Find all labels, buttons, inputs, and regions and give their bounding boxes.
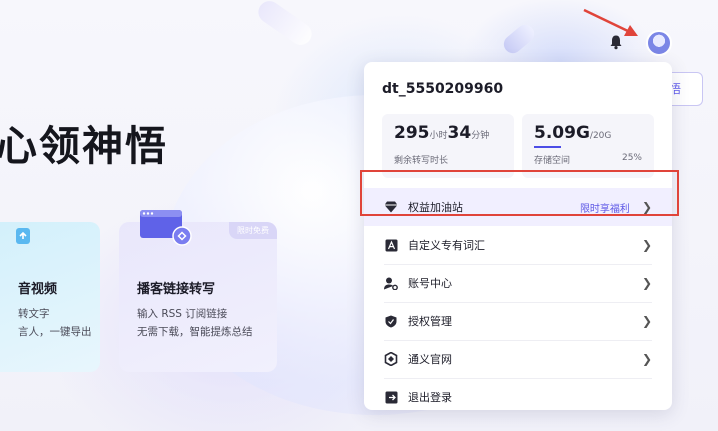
chevron-right-icon: ❯ (641, 314, 652, 328)
chevron-right-icon: ❯ (641, 276, 652, 290)
transcription-time-label: 剩余转写时长 (394, 153, 502, 166)
card-desc-line: 言人，一键导出 (18, 326, 92, 338)
stat-label: 存储空间 (534, 156, 571, 166)
annotation-highlight-box (360, 170, 679, 216)
usage-stats: 295小时34分钟 剩余转写时长 5.09G/20G 存储空间 25% (382, 114, 654, 178)
card-desc-line: 转文字 (18, 308, 50, 320)
storage-label-row: 存储空间 25% (534, 153, 642, 166)
vocabulary-icon (384, 238, 398, 252)
minutes-unit: 分钟 (471, 131, 490, 141)
card-desc-line: 无需下载，智能提炼总结 (137, 326, 253, 338)
menu-item-account[interactable]: 账号中心 ❯ (364, 264, 672, 302)
menu-item-label: 授权管理 (408, 315, 452, 328)
storage-value: 5.09G/20G (534, 123, 642, 143)
username: dt_5550209960 (382, 81, 504, 97)
account-icon (384, 276, 398, 290)
card-desc-line: 输入 RSS 订阅链接 (137, 308, 228, 320)
annotation-arrow-icon (583, 8, 638, 36)
minutes-value: 34 (447, 123, 472, 143)
storage-progress-bar (534, 146, 561, 148)
user-avatar[interactable] (646, 30, 672, 56)
storage-stat: 5.09G/20G 存储空间 25% (522, 114, 654, 178)
podcast-link-icon (140, 210, 192, 246)
hours-unit: 小时 (429, 131, 448, 141)
menu-item-vocabulary[interactable]: 自定义专有词汇 ❯ (364, 226, 672, 264)
card-description: 输入 RSS 订阅链接 无需下载，智能提炼总结 (137, 305, 259, 341)
menu-item-label: 自定义专有词汇 (408, 239, 485, 252)
transcription-time-stat: 295小时34分钟 剩余转写时长 (382, 114, 514, 178)
transcription-time-value: 295小时34分钟 (394, 123, 502, 143)
menu-item-website[interactable]: 通义官网 ❯ (364, 340, 672, 378)
card-title: 播客链接转写 (137, 282, 216, 297)
stat-label: 剩余转写时长 (394, 156, 449, 166)
storage-percent: 25% (621, 153, 642, 163)
shield-icon (384, 314, 398, 328)
card-title: 音视频 (18, 282, 58, 297)
menu-item-authorization[interactable]: 授权管理 ❯ (364, 302, 672, 340)
upload-icon (16, 228, 30, 244)
menu-item-label: 退出登录 (408, 391, 452, 404)
hours-value: 295 (394, 123, 430, 143)
free-badge: 限时免费 (229, 222, 277, 239)
chevron-right-icon: ❯ (641, 352, 652, 366)
feature-card-video[interactable]: 音视频 转文字 言人，一键导出 (0, 222, 100, 372)
storage-total: /20G (589, 131, 612, 141)
logout-icon (384, 390, 398, 404)
chevron-right-icon: ❯ (641, 238, 652, 252)
storage-used: 5.09G (534, 123, 590, 143)
account-menu: 权益加油站 限时享福利 ❯ 自定义专有词汇 ❯ 账号中心 ❯ 授权管理 ❯ 通义… (364, 188, 672, 416)
tongyi-logo-icon (384, 352, 398, 366)
menu-item-label: 账号中心 (408, 277, 452, 290)
menu-item-logout[interactable]: 退出登录 (364, 378, 672, 416)
hero-title: 心领神悟 (0, 122, 168, 170)
menu-item-label: 通义官网 (408, 353, 452, 366)
card-description: 转文字 言人，一键导出 (0, 305, 92, 341)
account-dropdown: dt_5550209960 295小时34分钟 剩余转写时长 5.09G/20G… (364, 62, 672, 410)
